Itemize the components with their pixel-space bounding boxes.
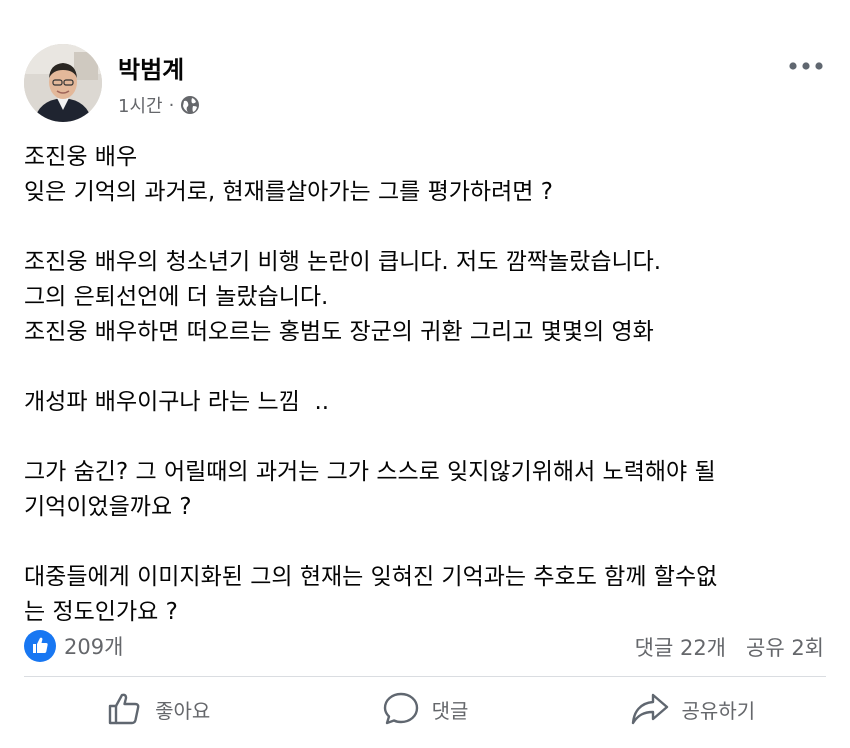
share-button-label: 공유하기 <box>681 698 756 723</box>
share-arrow-icon <box>631 693 668 725</box>
author-name[interactable]: 박범계 <box>118 50 184 85</box>
like-button[interactable]: 좋아요 <box>24 684 291 734</box>
thumbs-up-icon <box>108 693 140 725</box>
share-button[interactable]: 공유하기 <box>559 684 826 734</box>
share-count[interactable]: 공유 2회 <box>746 632 824 662</box>
engagement-counts: 댓글 22개 공유 2회 <box>615 632 824 662</box>
post-line: 조진웅 배우의 청소년기 비행 논란이 큽니다. 저도 깜짝놀랐습니다. <box>24 249 662 275</box>
globe-icon[interactable] <box>180 95 200 115</box>
like-button-label: 좋아요 <box>155 698 211 723</box>
meta-separator: · <box>168 94 175 116</box>
like-reaction-icon <box>24 630 56 662</box>
post-line: 조진웅 배우 <box>24 144 138 170</box>
reaction-summary[interactable]: 209개 <box>24 630 123 662</box>
author-avatar[interactable] <box>24 44 102 122</box>
post-meta: 1시간 · <box>118 92 200 118</box>
post-line: 그의 은퇴선언에 더 놀랐습니다. <box>24 284 329 310</box>
comment-count[interactable]: 댓글 22개 <box>635 632 726 662</box>
post-text: 조진웅 배우 잊은 기억의 과거로, 현재를살아가는 그를 평가하려면 ? 조진… <box>24 140 824 630</box>
comment-button[interactable]: 댓글 <box>291 684 558 734</box>
post-line: 기억이었을까요 ? <box>24 494 192 520</box>
post-line: 잊은 기억의 과거로, 현재를살아가는 그를 평가하려면 ? <box>24 179 553 205</box>
post-timestamp[interactable]: 1시간 <box>118 92 163 118</box>
like-count[interactable]: 209개 <box>64 631 123 661</box>
comment-bubble-icon <box>383 692 418 725</box>
more-options-icon[interactable] <box>786 50 826 82</box>
divider <box>24 676 826 677</box>
action-bar: 좋아요 댓글 공유하기 <box>24 684 826 734</box>
post-line: 개성파 배우이구나 라는 느낌 .. <box>24 389 330 415</box>
facebook-post: 박범계 1시간 · 조진웅 배우 잊은 기억의 과거로, 현재를살아가는 그를 … <box>0 0 850 748</box>
post-line: 조진웅 배우하면 떠오르는 홍범도 장군의 귀환 그리고 몇몇의 영화 <box>24 319 654 345</box>
post-line: 는 정도인가요 ? <box>24 599 178 625</box>
post-line: 대중들에게 이미지화된 그의 현재는 잊혀진 기억과는 추호도 함께 할수없 <box>24 564 718 590</box>
post-line: 그가 숨긴? 그 어릴때의 과거는 그가 스스로 잊지않기위해서 노력해야 될 <box>24 459 716 485</box>
comment-button-label: 댓글 <box>431 698 469 723</box>
